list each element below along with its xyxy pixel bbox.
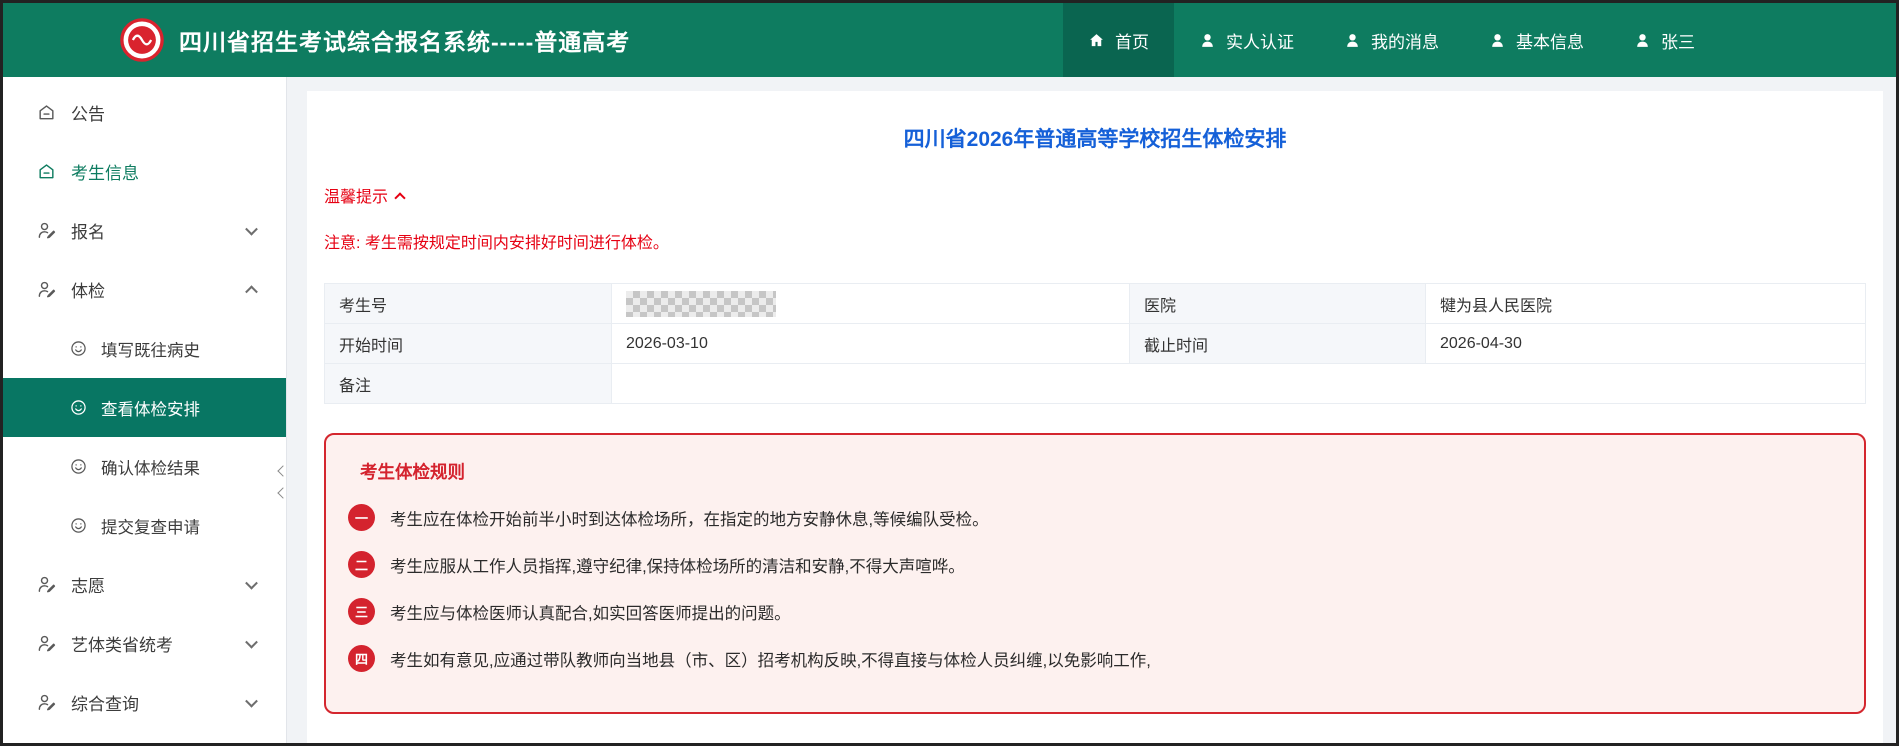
label-start-time: 开始时间 <box>325 324 612 364</box>
nav-item-label: 实人认证 <box>1226 28 1294 53</box>
sidebar-item-arts-sports-exam[interactable]: 艺体类省统考 <box>3 614 286 673</box>
value-hospital: 犍为县人民医院 <box>1426 284 1866 324</box>
sidebar-item-comprehensive-query[interactable]: 综合查询 <box>3 673 286 732</box>
value-candidate-no <box>612 284 1130 324</box>
rule-text: 考生如有意见,应通过带队教师向当地县（市、区）招考机构反映,不得直接与体检人员纠… <box>390 647 1151 671</box>
exam-rules-box: 考生体检规则 一 考生应在体检开始前半小时到达体检场所，在指定的地方安静休息,等… <box>324 433 1866 714</box>
notice-text: 注意: 考生需按规定时间内安排好时间进行体检。 <box>324 229 1866 253</box>
person-edit-icon <box>37 575 56 594</box>
person-edit-icon <box>37 693 56 712</box>
rule-number-badge: 一 <box>348 504 375 531</box>
rules-title: 考生体检规则 <box>360 459 1838 484</box>
smiley-icon <box>69 516 88 535</box>
nav-item-home[interactable]: 首页 <box>1063 3 1174 77</box>
label-remark: 备注 <box>325 364 612 404</box>
nav-item-basic-info[interactable]: 基本信息 <box>1464 3 1609 77</box>
sidebar-item-submit-recheck-request[interactable]: 提交复查申请 <box>3 496 286 555</box>
rule-number-badge: 四 <box>348 645 375 672</box>
value-start-time: 2026-03-10 <box>612 324 1130 364</box>
tip-toggle[interactable]: 温馨提示 <box>324 183 404 207</box>
rule-item: 二 考生应服从工作人员指挥,遵守纪律,保持体检场所的清洁和安静,不得大声喧哗。 <box>348 551 1838 578</box>
home-icon <box>1088 32 1105 49</box>
value-end-time: 2026-04-30 <box>1426 324 1866 364</box>
nav-item-real-person-auth[interactable]: 实人认证 <box>1174 3 1319 77</box>
app-window: 四川省招生考试综合报名系统-----普通高考 首页 实人认证 我的消息 <box>0 0 1899 746</box>
chevron-down-icon <box>245 222 258 235</box>
site-logo <box>119 17 165 63</box>
table-row: 备注 <box>325 364 1866 404</box>
user-icon <box>1344 32 1361 49</box>
content-card: 四川省2026年普通高等学校招生体检安排 温馨提示 注意: 考生需按规定时间内安… <box>307 91 1883 743</box>
nav-item-label: 张三 <box>1661 28 1695 53</box>
user-icon <box>1199 32 1216 49</box>
sidebar-item-label: 考生信息 <box>71 159 139 184</box>
sidebar-item-label: 艺体类省统考 <box>71 631 173 656</box>
person-edit-icon <box>37 634 56 653</box>
main-content: 四川省2026年普通高等学校招生体检安排 温馨提示 注意: 考生需按规定时间内安… <box>287 77 1896 743</box>
chevron-left-icon <box>277 487 288 498</box>
sidebar-item-label: 确认体检结果 <box>101 455 200 479</box>
label-candidate-no: 考生号 <box>325 284 612 324</box>
sidebar-item-label: 报名 <box>71 218 105 243</box>
rule-item: 一 考生应在体检开始前半小时到达体检场所，在指定的地方安静休息,等候编队受检。 <box>348 504 1838 531</box>
chevron-down-icon <box>245 635 258 648</box>
sidebar-item-label: 志愿 <box>71 572 105 597</box>
redacted-candidate-no <box>626 291 776 317</box>
smiley-icon <box>69 398 88 417</box>
chevron-left-icon <box>277 465 288 476</box>
user-icon <box>1634 32 1651 49</box>
sidebar-item-physical-exam[interactable]: 体检 <box>3 260 286 319</box>
label-hospital: 医院 <box>1130 284 1426 324</box>
chevron-up-icon <box>245 285 258 298</box>
smiley-icon <box>69 457 88 476</box>
rule-item: 四 考生如有意见,应通过带队教师向当地县（市、区）招考机构反映,不得直接与体检人… <box>348 645 1838 672</box>
board-icon <box>37 103 56 122</box>
sidebar-item-fill-medical-history[interactable]: 填写既往病史 <box>3 319 286 378</box>
table-row: 开始时间 2026-03-10 截止时间 2026-04-30 <box>325 324 1866 364</box>
sidebar-collapse-handle[interactable] <box>279 467 293 497</box>
chevron-up-icon <box>394 192 405 203</box>
table-row: 考生号 医院 犍为县人民医院 <box>325 284 1866 324</box>
chevron-down-icon <box>245 694 258 707</box>
sidebar-item-label: 公告 <box>71 100 105 125</box>
top-nav: 首页 实人认证 我的消息 基本信息 <box>1063 3 1720 77</box>
sidebar-item-preferences[interactable]: 志愿 <box>3 555 286 614</box>
tip-label: 温馨提示 <box>324 183 388 207</box>
sidebar-item-confirm-exam-result[interactable]: 确认体检结果 <box>3 437 286 496</box>
nav-item-label: 我的消息 <box>1371 28 1439 53</box>
sidebar-item-label: 填写既往病史 <box>101 337 200 361</box>
nav-item-user[interactable]: 张三 <box>1609 3 1720 77</box>
page-title: 四川省2026年普通高等学校招生体检安排 <box>324 91 1866 153</box>
sidebar: 公告 考生信息 报名 体检 <box>3 77 287 743</box>
chevron-down-icon <box>245 576 258 589</box>
header: 四川省招生考试综合报名系统-----普通高考 首页 实人认证 我的消息 <box>3 3 1896 77</box>
rule-text: 考生应服从工作人员指挥,遵守纪律,保持体检场所的清洁和安静,不得大声喧哗。 <box>390 553 965 577</box>
nav-item-label: 首页 <box>1115 28 1149 53</box>
sidebar-item-label: 查看体检安排 <box>101 396 200 420</box>
person-edit-icon <box>37 280 56 299</box>
user-icon <box>1489 32 1506 49</box>
rule-number-badge: 二 <box>348 551 375 578</box>
rule-number-badge: 三 <box>348 598 375 625</box>
nav-item-label: 基本信息 <box>1516 28 1584 53</box>
sidebar-item-candidate-info[interactable]: 考生信息 <box>3 142 286 201</box>
rule-text: 考生应在体检开始前半小时到达体检场所，在指定的地方安静休息,等候编队受检。 <box>390 506 989 530</box>
smiley-icon <box>69 339 88 358</box>
nav-item-my-messages[interactable]: 我的消息 <box>1319 3 1464 77</box>
sidebar-item-label: 综合查询 <box>71 690 139 715</box>
sidebar-item-announcements[interactable]: 公告 <box>3 83 286 142</box>
sidebar-item-label: 提交复查申请 <box>101 514 200 538</box>
rule-text: 考生应与体检医师认真配合,如实回答医师提出的问题。 <box>390 600 791 624</box>
app-title: 四川省招生考试综合报名系统-----普通高考 <box>179 23 630 57</box>
label-end-time: 截止时间 <box>1130 324 1426 364</box>
sidebar-item-registration[interactable]: 报名 <box>3 201 286 260</box>
sidebar-item-view-exam-schedule[interactable]: 查看体检安排 <box>3 378 286 437</box>
person-edit-icon <box>37 221 56 240</box>
exam-info-table: 考生号 医院 犍为县人民医院 开始时间 2026-03-10 截止时间 2026… <box>324 283 1866 404</box>
board-icon <box>37 162 56 181</box>
rule-item: 三 考生应与体检医师认真配合,如实回答医师提出的问题。 <box>348 598 1838 625</box>
value-remark <box>612 364 1866 404</box>
sidebar-item-label: 体检 <box>71 277 105 302</box>
